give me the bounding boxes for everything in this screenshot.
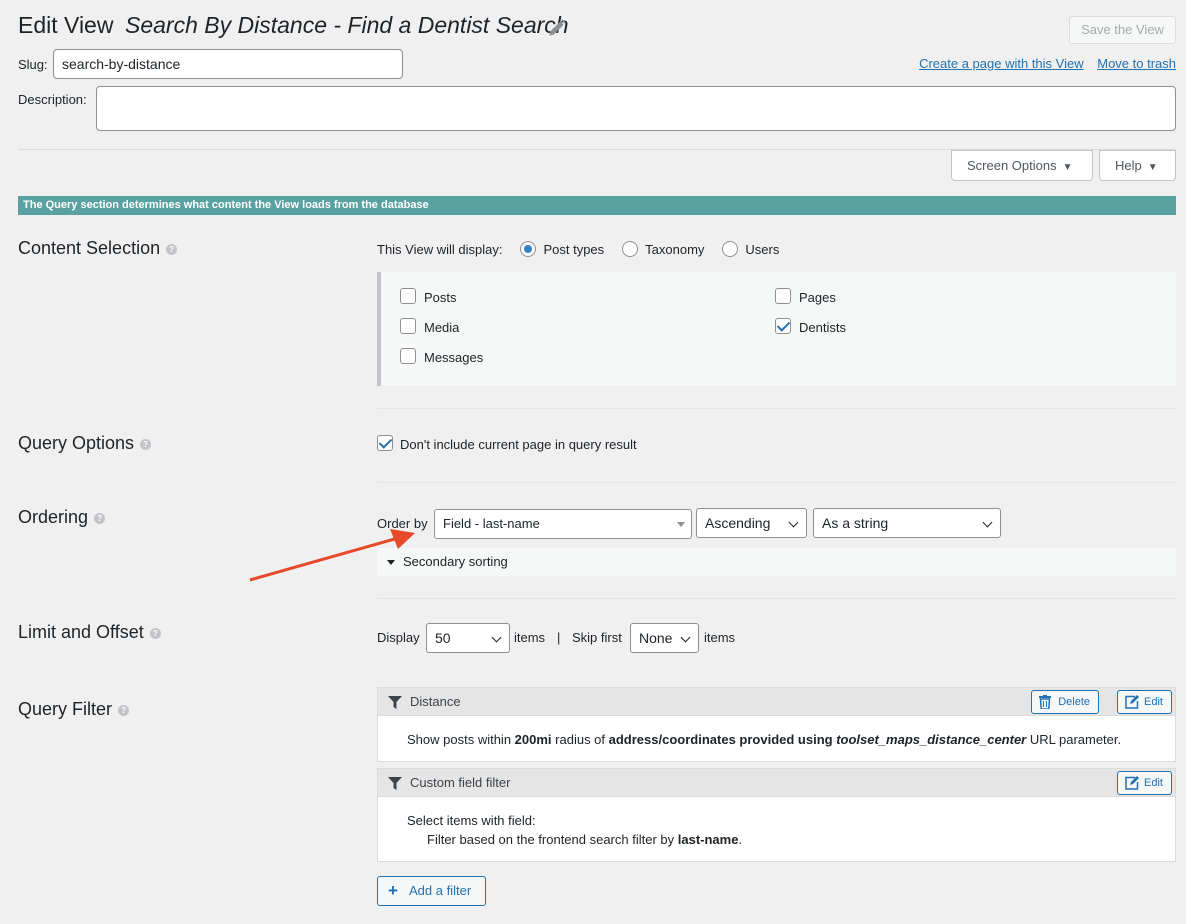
trash-icon (1039, 695, 1052, 709)
divider (377, 482, 1176, 483)
radio-users[interactable] (722, 241, 739, 257)
limit-divider: | (557, 630, 561, 645)
items-label: items (514, 630, 546, 645)
checkbox-dentists[interactable] (775, 318, 791, 334)
divider (377, 598, 1176, 599)
section-title-query-options: Query Options? (18, 433, 152, 454)
create-page-link[interactable]: Create a page with this View (919, 56, 1084, 71)
annotation-arrow (249, 529, 415, 582)
filter-header: Distance Delete Edit (378, 688, 1175, 716)
display-type-row: This View will display: Post types Taxon… (377, 241, 780, 257)
exclude-current-checkbox[interactable] (377, 435, 393, 451)
delete-filter-button[interactable]: Delete (1031, 690, 1099, 714)
checkbox-label-messages: Messages (424, 350, 484, 365)
filter-header: Custom field filter Edit (378, 769, 1175, 797)
help-icon[interactable]: ? (140, 438, 152, 450)
order-as-select[interactable]: As a string (813, 508, 1001, 538)
pencil-icon[interactable] (546, 17, 568, 39)
move-to-trash-link[interactable]: Move to trash (1097, 56, 1176, 71)
help-button[interactable]: Help ▼ (1099, 150, 1176, 181)
slug-input[interactable]: search-by-distance (53, 49, 403, 79)
checkbox-messages[interactable] (400, 348, 416, 364)
section-title-limit-offset: Limit and Offset? (18, 622, 161, 643)
query-banner: The Query section determines what conten… (18, 196, 1176, 215)
edit-icon (1125, 695, 1140, 709)
filter-description: Select items with field: Filter based on… (407, 813, 743, 847)
funnel-icon (388, 696, 402, 709)
funnel-icon (388, 777, 402, 790)
checkbox-label-posts: Posts (424, 290, 457, 305)
section-title-query-filter: Query Filter? (18, 699, 130, 720)
divider (377, 408, 1176, 409)
help-icon[interactable]: ? (118, 704, 130, 716)
checkbox-pages[interactable] (775, 288, 791, 304)
description-label: Description: (18, 92, 87, 107)
help-icon[interactable]: ? (94, 512, 106, 524)
filter-distance: Distance Delete Edit Show posts within 2… (377, 687, 1176, 762)
edit-filter-button[interactable]: Edit (1117, 771, 1172, 795)
checkbox-label-dentists: Dentists (799, 320, 846, 335)
skip-label: Skip first (572, 630, 622, 645)
help-icon[interactable]: ? (166, 243, 178, 255)
description-field[interactable] (96, 86, 1176, 131)
checkbox-label-pages: Pages (799, 290, 836, 305)
section-title-ordering: Ordering? (18, 507, 106, 528)
chevron-down-icon (982, 517, 993, 528)
plus-icon: + (388, 881, 398, 900)
skip-first-select[interactable]: None (630, 623, 699, 653)
post-types-box: Posts Pages Media Dentists Messages (377, 272, 1176, 386)
save-button[interactable]: Save the View (1069, 16, 1176, 44)
display-label: Display (377, 630, 420, 645)
view-name[interactable]: Search By Distance - Find a Dentist Sear… (125, 12, 569, 39)
secondary-sorting-toggle[interactable]: Secondary sorting (377, 548, 1176, 576)
section-title-content-selection: Content Selection? (18, 238, 178, 259)
add-filter-button[interactable]: + Add a filter (377, 876, 486, 906)
checkbox-media[interactable] (400, 318, 416, 334)
checkbox-posts[interactable] (400, 288, 416, 304)
screen-options-button[interactable]: Screen Options ▼ (951, 150, 1093, 181)
edit-icon (1125, 776, 1140, 790)
filter-custom-field: Custom field filter Edit Select items wi… (377, 768, 1176, 862)
top-links: Create a page with this View Move to tra… (909, 56, 1176, 71)
edit-filter-button[interactable]: Edit (1117, 690, 1172, 714)
triangle-down-icon: ▼ (1062, 162, 1073, 173)
order-direction-select[interactable]: Ascending (696, 508, 807, 538)
items-label: items (704, 630, 736, 645)
chevron-down-icon (491, 632, 502, 643)
checkbox-label-media: Media (424, 320, 460, 335)
triangle-down-icon: ▼ (1147, 162, 1158, 173)
chevron-down-icon (788, 517, 799, 528)
radio-taxonomy[interactable] (622, 241, 639, 257)
filter-description: Show posts within 200mi radius of addres… (407, 732, 1122, 747)
order-by-select[interactable]: Field - last-name (434, 509, 692, 539)
chevron-down-icon (680, 632, 691, 643)
slug-label: Slug: (18, 57, 48, 72)
page-title: Edit View (18, 12, 114, 38)
exclude-current-label: Don't include current page in query resu… (400, 437, 637, 452)
dropdown-arrow-icon (677, 522, 685, 527)
display-count-select[interactable]: 50 (426, 623, 510, 653)
radio-post-types[interactable] (520, 241, 537, 257)
help-icon[interactable]: ? (149, 627, 161, 639)
